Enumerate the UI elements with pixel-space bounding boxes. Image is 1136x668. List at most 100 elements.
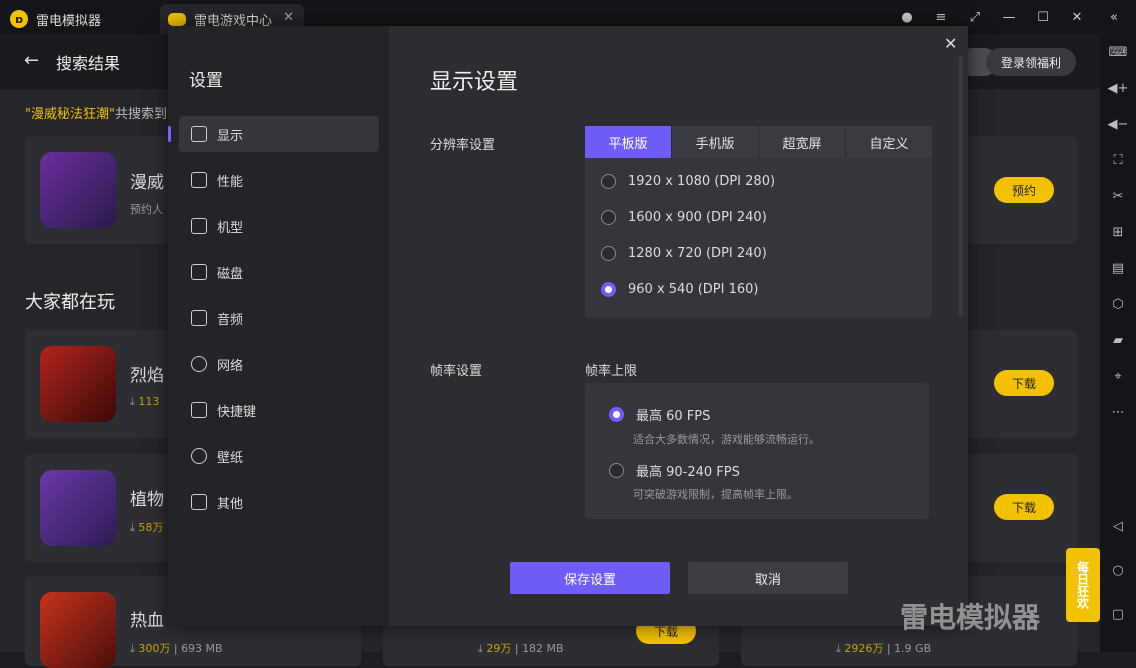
emulator-toolbar: ⌨ ◀+ ◀− ⛶ ✂ ⊞ ▤ ⬡ ▰ ⌖ ⋯ ◁ ○ ▢: [1100, 34, 1136, 652]
resolution-option[interactable]: 1600 x 900 (DPI 240): [601, 210, 767, 225]
nav-item-display[interactable]: 显示: [168, 116, 379, 152]
fps-option-desc: 可突破游戏限制，提高帧率上限。: [633, 488, 798, 501]
window-close-icon[interactable]: ✕: [1060, 0, 1094, 34]
fps-options: 最高 60 FPS 适合大多数情况，游戏能够流畅运行。 最高 90-240 FP…: [585, 383, 929, 519]
tab-ultrawide[interactable]: 超宽屏: [759, 126, 845, 158]
fps-option-label: 最高 90-240 FPS: [636, 465, 740, 480]
nav-item-audio[interactable]: 音频: [179, 300, 379, 336]
game-size: 693 MB: [181, 642, 223, 655]
resolution-options: 1920 x 1080 (DPI 280) 1600 x 900 (DPI 24…: [585, 158, 932, 318]
game-sub: ⤓ 58万: [130, 521, 164, 534]
resolution-label: 分辨率设置: [430, 138, 496, 153]
cancel-button[interactable]: 取消: [688, 562, 848, 594]
download-count: 29万: [486, 642, 512, 655]
nav-label: 显示: [217, 128, 244, 144]
game-sub: ⤓ 2926万 | 1.9 GB: [836, 642, 932, 655]
download-count: 58万: [138, 521, 164, 534]
game-icon: [40, 346, 116, 422]
nav-label: 机型: [217, 220, 244, 236]
radio-button[interactable]: [601, 210, 616, 225]
resolution-label-text: 1280 x 720 (DPI 240): [628, 246, 767, 261]
settings-nav: 设置 显示 性能 机型 磁盘 音频 网络 快捷键 壁纸 其他: [168, 26, 389, 626]
radio-button[interactable]: [601, 246, 616, 261]
folder-icon: [191, 218, 207, 234]
nav-label: 音频: [217, 312, 244, 328]
nav-label: 性能: [217, 174, 244, 190]
monitor-icon: [191, 126, 207, 142]
tab-phone[interactable]: 手机版: [672, 126, 758, 158]
game-size: 182 MB: [522, 642, 564, 655]
login-button[interactable]: 登录领福利: [986, 48, 1076, 76]
game-icon: [40, 152, 116, 228]
maximize-icon[interactable]: ☐: [1026, 0, 1060, 34]
apk-icon[interactable]: ▤: [1100, 256, 1136, 280]
settings-title: 设置: [189, 71, 223, 91]
nav-home-icon[interactable]: ○: [1100, 558, 1136, 582]
keyboard-icon: [191, 402, 207, 418]
fps-limit-label: 帧率上限: [585, 364, 638, 379]
section-title: 大家都在玩: [25, 292, 115, 313]
tab-emulator[interactable]: ɒ 雷电模拟器: [10, 4, 160, 34]
volume-down-icon[interactable]: ◀−: [1100, 112, 1136, 136]
back-icon[interactable]: ←: [24, 50, 39, 71]
nav-item-network[interactable]: 网络: [179, 346, 379, 382]
radio-button-selected[interactable]: [609, 407, 624, 422]
reserve-button[interactable]: 预约: [994, 177, 1054, 203]
volume-up-icon[interactable]: ◀+: [1100, 76, 1136, 100]
resolution-option[interactable]: 960 x 540 (DPI 160): [601, 282, 759, 297]
scrollbar[interactable]: [959, 56, 963, 316]
settings-icon[interactable]: ⬡: [1100, 292, 1136, 316]
game-icon: [40, 470, 116, 546]
game-sub: ⤓ 300万 | 693 MB: [130, 642, 223, 655]
resolution-option[interactable]: 1920 x 1080 (DPI 280): [601, 174, 775, 189]
tab-tablet[interactable]: 平板版: [585, 126, 671, 158]
game-sub: 预约人: [130, 203, 163, 216]
resolution-label-text: 1920 x 1080 (DPI 280): [628, 174, 776, 189]
nav-item-performance[interactable]: 性能: [179, 162, 379, 198]
keyboard-icon[interactable]: ⌨: [1100, 40, 1136, 64]
settings-dialog: 设置 显示 性能 机型 磁盘 音频 网络 快捷键 壁纸 其他 ✕ 显示设置 分辨…: [168, 26, 968, 626]
resolution-label-text: 960 x 540 (DPI 160): [628, 282, 759, 297]
radio-button-selected[interactable]: [601, 282, 616, 297]
resolution-tabs: 平板版 手机版 超宽屏 自定义: [585, 126, 932, 158]
game-size: 1.9 GB: [894, 642, 932, 655]
download-count: 2926万: [844, 642, 884, 655]
fullscreen-icon[interactable]: ⛶: [1100, 148, 1136, 172]
scissors-icon[interactable]: ✂: [1100, 184, 1136, 208]
folder-icon[interactable]: ▰: [1100, 328, 1136, 352]
tab-custom[interactable]: 自定义: [846, 126, 932, 158]
add-window-icon[interactable]: ⊞: [1100, 220, 1136, 244]
game-name: 植物: [130, 490, 164, 510]
page-title: 搜索结果: [56, 54, 121, 73]
nav-label: 网络: [217, 358, 244, 374]
search-query: "漫威秘法狂潮": [25, 107, 115, 122]
collapse-icon[interactable]: «: [1097, 0, 1131, 34]
fps-option[interactable]: 最高 60 FPS: [609, 405, 710, 424]
close-icon[interactable]: ✕: [283, 10, 294, 25]
resolution-option[interactable]: 1280 x 720 (DPI 240): [601, 246, 767, 261]
save-button[interactable]: 保存设置: [510, 562, 670, 594]
location-icon[interactable]: ⌖: [1100, 364, 1136, 388]
daily-promo-badge[interactable]: 每日狂欢: [1066, 548, 1100, 622]
radio-button[interactable]: [601, 174, 616, 189]
download-button[interactable]: 下载: [994, 494, 1054, 520]
download-button[interactable]: 下载: [994, 370, 1054, 396]
nav-back-icon[interactable]: ◁: [1100, 514, 1136, 538]
ld-logo-icon: ɒ: [10, 10, 28, 28]
active-indicator: [168, 126, 171, 142]
nav-item-wallpaper[interactable]: 壁纸: [179, 438, 379, 474]
nav-item-other[interactable]: 其他: [179, 484, 379, 520]
nav-item-model[interactable]: 机型: [179, 208, 379, 244]
game-name: 漫威: [130, 173, 164, 193]
nav-item-shortcuts[interactable]: 快捷键: [179, 392, 379, 428]
game-name: 烈焰: [130, 366, 164, 386]
nav-item-disk[interactable]: 磁盘: [179, 254, 379, 290]
fps-option[interactable]: 最高 90-240 FPS: [609, 461, 740, 480]
radio-button[interactable]: [609, 463, 624, 478]
minimize-icon[interactable]: —: [992, 0, 1026, 34]
palette-icon: [191, 448, 207, 464]
dialog-close-icon[interactable]: ✕: [944, 34, 957, 53]
more-icon[interactable]: ⋯: [1100, 400, 1136, 424]
nav-recent-icon[interactable]: ▢: [1100, 602, 1136, 626]
game-icon: [40, 592, 116, 668]
